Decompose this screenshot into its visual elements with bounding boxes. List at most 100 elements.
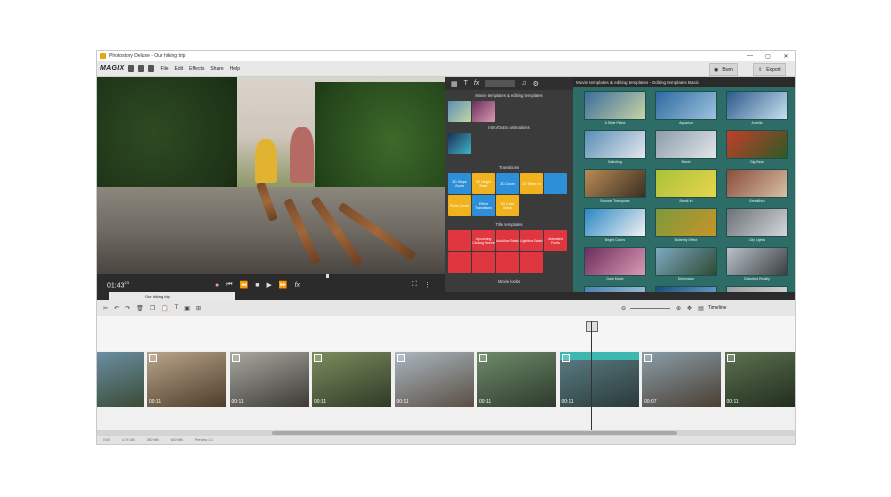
title-tile[interactable]: Animated Fonts: [544, 230, 567, 251]
fx-icon[interactable]: fx: [295, 282, 300, 289]
settings-tab-icon[interactable]: ⚙: [533, 80, 539, 88]
template-thumbnail[interactable]: [655, 208, 717, 237]
fullscreen-icon[interactable]: ⛶: [412, 281, 417, 289]
new-file-icon[interactable]: [128, 65, 135, 72]
fit-icon[interactable]: ✥: [687, 305, 692, 312]
timeline-clip[interactable]: 00:11: [229, 352, 309, 407]
clip-checkbox[interactable]: [149, 354, 157, 362]
templates-tab-icon[interactable]: ▦: [451, 80, 458, 88]
record-icon[interactable]: ●: [215, 282, 219, 289]
template-item[interactable]: Balloting: [584, 130, 646, 164]
template-item[interactable]: Dark Mode: [584, 247, 646, 281]
zoom-in-icon[interactable]: ⊕: [676, 305, 681, 312]
timeline-clip[interactable]: 00:11: [559, 352, 639, 407]
template-thumbnail[interactable]: [726, 247, 788, 276]
save-icon[interactable]: [148, 65, 155, 72]
close-button[interactable]: ✕: [777, 51, 795, 61]
template-item[interactable]: Aurelia: [726, 91, 788, 125]
template-thumbnail[interactable]: [584, 130, 646, 159]
timeline-clip[interactable]: 00:11: [147, 352, 226, 407]
template-thumbnail[interactable]: [726, 91, 788, 120]
template-item[interactable]: Breakthru: [726, 169, 788, 203]
undo-icon[interactable]: ↶: [114, 305, 119, 312]
marker-icon[interactable]: ⊞: [196, 305, 201, 312]
template-item[interactable]: Dimension: [655, 247, 717, 281]
timeline-clip[interactable]: 00:07: [642, 352, 721, 407]
redo-icon[interactable]: ↷: [125, 305, 130, 312]
menu-effects[interactable]: Effects: [189, 66, 204, 72]
template-thumbnail[interactable]: [584, 91, 646, 120]
timeline-clip[interactable]: 00:11: [724, 352, 795, 407]
timeline-clip[interactable]: [97, 352, 144, 407]
clip-checkbox[interactable]: [644, 354, 652, 362]
open-folder-icon[interactable]: [138, 65, 145, 72]
clip-checkbox[interactable]: [726, 354, 735, 362]
burn-button[interactable]: ◉ Burn: [709, 63, 738, 76]
title-tile[interactable]: Autoflow Basic: [496, 230, 519, 251]
template-thumbnail[interactable]: [726, 130, 788, 159]
transition-tile[interactable]: 3D Height Base: [472, 173, 495, 194]
project-tab[interactable]: Our hiking trip: [109, 292, 235, 300]
rewind-icon[interactable]: ⏪: [240, 281, 249, 289]
template-thumbnail[interactable]: [655, 130, 717, 159]
title-tile[interactable]: [448, 252, 471, 273]
transition-tile[interactable]: 3D Zoom: [496, 173, 519, 194]
export-button[interactable]: ⇪ Export: [753, 63, 786, 76]
copy-icon[interactable]: ❐: [150, 305, 155, 312]
title-tile[interactable]: [448, 230, 471, 251]
timeline-area[interactable]: 00:11 00:11 00:11 00:11 00:11 00:11 00:07 00:11: [97, 316, 795, 436]
intro-tile[interactable]: [448, 133, 471, 154]
transition-tile[interactable]: 3D Stripe Zoom: [448, 173, 471, 194]
menu-share[interactable]: Share: [210, 66, 223, 72]
fast-forward-icon[interactable]: ⏩: [279, 281, 288, 289]
timeline-ruler[interactable]: [97, 316, 795, 351]
timeline-clip[interactable]: 00:11: [312, 352, 391, 407]
title-tile[interactable]: [496, 252, 519, 273]
effects-tab-icon[interactable]: fx: [474, 80, 479, 87]
stop-icon[interactable]: ■: [255, 282, 259, 289]
delete-icon[interactable]: 🗑: [136, 305, 144, 312]
title-tab-icon[interactable]: T: [464, 80, 468, 87]
minimize-button[interactable]: —: [741, 51, 759, 61]
search-field[interactable]: [485, 80, 516, 87]
template-item[interactable]: Bright Colors: [584, 208, 646, 242]
menu-help[interactable]: Help: [230, 66, 240, 72]
template-thumbnail[interactable]: [655, 247, 717, 276]
video-preview[interactable]: [97, 77, 445, 274]
text-icon[interactable]: T: [175, 305, 179, 311]
title-tile[interactable]: [472, 252, 495, 273]
mouse-mode-icon[interactable]: ✂: [103, 305, 108, 312]
zoom-out-icon[interactable]: ⊖: [621, 305, 626, 312]
transition-tile[interactable]: [544, 173, 567, 194]
template-item[interactable]: Distorted Reality: [726, 247, 788, 281]
scrollbar-thumb[interactable]: [272, 431, 677, 435]
clip-checkbox[interactable]: [479, 354, 487, 362]
template-thumbnail[interactable]: [584, 247, 646, 276]
template-item[interactable]: Break In: [655, 169, 717, 203]
title-tile[interactable]: Ligthbox Basic: [520, 230, 543, 251]
template-thumbnail[interactable]: [655, 91, 717, 120]
clip-checkbox[interactable]: [396, 354, 405, 362]
skip-start-icon[interactable]: ⏮: [226, 281, 232, 289]
clip-checkbox[interactable]: [314, 354, 322, 362]
transition-tile[interactable]: 3D Stripe In: [520, 173, 543, 194]
more-icon[interactable]: ⋮: [424, 281, 431, 289]
movie-template-tile[interactable]: [472, 101, 495, 122]
template-item[interactable]: City Lights: [726, 208, 788, 242]
playhead-handle[interactable]: [586, 321, 598, 332]
template-thumbnail[interactable]: [726, 169, 788, 198]
transition-tile[interactable]: 3D Color Mask: [496, 195, 519, 216]
zoom-slider[interactable]: [630, 307, 670, 309]
clip-checkbox[interactable]: [561, 354, 570, 362]
template-item[interactable]: Aquarius: [655, 91, 717, 125]
timeline-clip[interactable]: 00:11: [477, 352, 556, 407]
template-item[interactable]: Butterfly Effect: [655, 208, 717, 242]
transition-tile[interactable]: Pulse Zoom: [448, 195, 471, 216]
clip-checkbox[interactable]: [231, 354, 240, 362]
playhead-line[interactable]: [591, 321, 592, 431]
play-icon[interactable]: ▶: [266, 281, 271, 289]
template-thumbnail[interactable]: [584, 208, 646, 237]
maximize-button[interactable]: ▢: [759, 51, 777, 61]
template-item[interactable]: Bezel: [655, 130, 717, 164]
movie-template-tile[interactable]: [448, 101, 471, 122]
